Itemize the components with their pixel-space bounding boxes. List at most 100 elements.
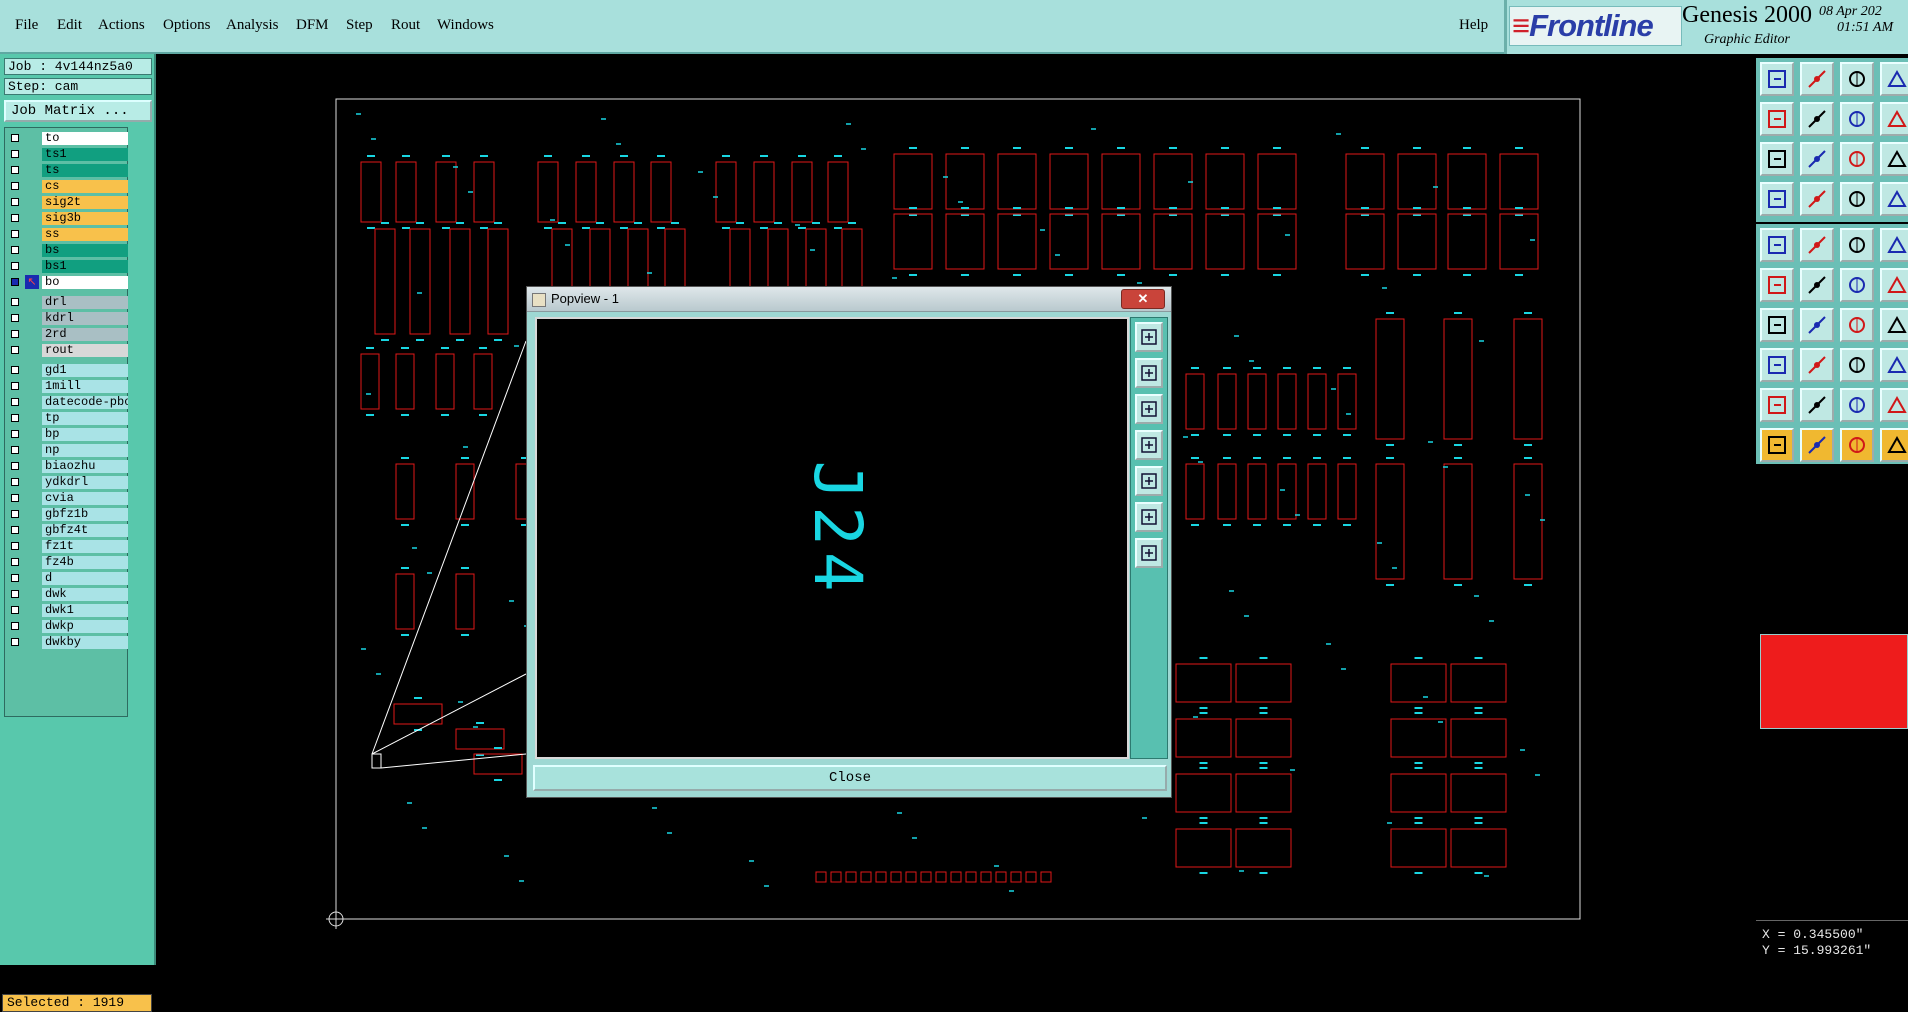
pan-left-button[interactable]	[1135, 430, 1163, 460]
layer-row-cvia[interactable]: cvia	[5, 492, 128, 506]
layer-row-d[interactable]: d	[5, 572, 128, 586]
layer-checkbox[interactable]	[11, 198, 19, 206]
node-tool-button[interactable]	[1760, 268, 1794, 302]
export-tool-button[interactable]	[1800, 62, 1834, 96]
menu-file[interactable]: File	[15, 17, 38, 34]
layer-row-biaozhu[interactable]: biaozhu	[5, 460, 128, 474]
layer-checkbox[interactable]	[11, 330, 19, 338]
fit-all-button[interactable]	[1135, 502, 1163, 532]
move-tool-button[interactable]	[1760, 348, 1794, 382]
layer-row-dwk[interactable]: dwk	[5, 588, 128, 602]
layer-row-to[interactable]: to	[5, 132, 128, 146]
close-icon[interactable]: ✕	[1121, 289, 1165, 309]
layer-checkbox[interactable]	[11, 298, 19, 306]
layer-row-datecode-pbo[interactable]: datecode-pbo	[5, 396, 128, 410]
layer-checkbox[interactable]	[11, 398, 19, 406]
triangle-red-tool-button[interactable]	[1840, 388, 1874, 422]
cross-tool-button[interactable]	[1800, 268, 1834, 302]
layer-row-bp[interactable]: bp	[5, 428, 128, 442]
line-draw-tool-button[interactable]	[1800, 228, 1834, 262]
layer-row-fz1t[interactable]: fz1t	[5, 540, 128, 554]
help-tool-button[interactable]	[1880, 142, 1908, 176]
zoom-out-button[interactable]	[1135, 394, 1163, 424]
save-tool-button[interactable]	[1800, 102, 1834, 136]
import-tool-button[interactable]	[1760, 62, 1794, 96]
layer-checkbox[interactable]	[11, 182, 19, 190]
layer-checkbox[interactable]	[11, 134, 19, 142]
route-tool-button[interactable]	[1880, 268, 1908, 302]
job-matrix-button[interactable]: Job Matrix ...	[4, 100, 152, 122]
layer-row-ydkdrl[interactable]: ydkdrl	[5, 476, 128, 490]
zoom-window-button[interactable]	[1135, 322, 1163, 352]
pad-tool-button[interactable]	[1760, 228, 1794, 262]
layer-row-cs[interactable]: cs	[5, 180, 128, 194]
layer-checkbox[interactable]	[11, 414, 19, 422]
menu-analysis[interactable]: Analysis	[226, 17, 279, 34]
layer-row-np[interactable]: np	[5, 444, 128, 458]
layer-row-dwk1[interactable]: dwk1	[5, 604, 128, 618]
lasso-tool-button[interactable]	[1840, 428, 1874, 462]
layer-checkbox[interactable]	[11, 246, 19, 254]
menu-actions[interactable]: Actions	[98, 17, 145, 34]
layer-checkbox[interactable]	[11, 638, 19, 646]
snap-select-tool-button[interactable]	[1880, 428, 1908, 462]
split-tool-button[interactable]	[1880, 102, 1908, 136]
pick-tool-button[interactable]	[1800, 428, 1834, 462]
arc-tool-button[interactable]	[1840, 308, 1874, 342]
fill-tool-button[interactable]	[1880, 308, 1908, 342]
layer-checkbox[interactable]	[11, 262, 19, 270]
group-tool-button[interactable]	[1880, 348, 1908, 382]
layer-checkbox[interactable]	[11, 366, 19, 374]
scale-tool-button[interactable]	[1840, 142, 1874, 176]
layer-checkbox[interactable]	[11, 526, 19, 534]
layer-checkbox[interactable]	[11, 230, 19, 238]
layer-row-drl[interactable]: drl	[5, 296, 128, 310]
layer-checkbox[interactable]	[11, 278, 19, 286]
layer-row-tp[interactable]: tp	[5, 412, 128, 426]
layer-checkbox[interactable]	[11, 542, 19, 550]
menu-rout[interactable]: Rout	[391, 17, 420, 34]
layer-row-ss[interactable]: ss	[5, 228, 128, 242]
layer-checkbox[interactable]	[11, 478, 19, 486]
layer-checkbox[interactable]	[11, 214, 19, 222]
layer-row-bs1[interactable]: bs1	[5, 260, 128, 274]
settings-tool-button[interactable]	[1760, 182, 1794, 216]
menu-step[interactable]: Step	[346, 17, 373, 34]
connect-tool-button[interactable]	[1840, 268, 1874, 302]
close-button[interactable]: Close	[533, 765, 1167, 791]
layers-tool-button[interactable]	[1880, 182, 1908, 216]
layer-row-bo[interactable]: ↖ bo	[5, 275, 128, 290]
layer-row-kdrl[interactable]: kdrl	[5, 312, 128, 326]
layer-row-sig2t[interactable]: sig2t	[5, 196, 128, 210]
menu-edit[interactable]: Edit	[57, 17, 82, 34]
layer-row-dwkp[interactable]: dwkp	[5, 620, 128, 634]
layer-checkbox[interactable]	[11, 166, 19, 174]
ruler-tool-button[interactable]	[1880, 388, 1908, 422]
mirror-tool-button[interactable]	[1840, 348, 1874, 382]
triangle-tool-button[interactable]	[1800, 388, 1834, 422]
layer-row-sig3b[interactable]: sig3b	[5, 212, 128, 226]
menu-dfm[interactable]: DFM	[296, 17, 329, 34]
layer-checkbox[interactable]	[11, 382, 19, 390]
circle-tool-button[interactable]	[1880, 228, 1908, 262]
open-tool-button[interactable]	[1760, 102, 1794, 136]
grid-tool-button[interactable]	[1800, 182, 1834, 216]
angle-tool-button[interactable]	[1760, 308, 1794, 342]
layer-checkbox[interactable]	[11, 314, 19, 322]
layer-row-rout[interactable]: rout	[5, 344, 128, 358]
layer-row-gd1[interactable]: gd1	[5, 364, 128, 378]
zoom-tool-button[interactable]	[1800, 142, 1834, 176]
layer-checkbox[interactable]	[11, 346, 19, 354]
menu-windows[interactable]: Windows	[437, 17, 494, 34]
zoom-fit-tool-button[interactable]	[1760, 142, 1794, 176]
layer-checkbox[interactable]	[11, 622, 19, 630]
layer-checkbox[interactable]	[11, 462, 19, 470]
layer-row-ts[interactable]: ts	[5, 164, 128, 178]
undo-tool-button[interactable]	[1840, 102, 1874, 136]
snap-tool-button[interactable]	[1840, 182, 1874, 216]
minus-tool-button[interactable]	[1800, 348, 1834, 382]
layout-tool-button[interactable]	[1880, 62, 1908, 96]
layer-row-dwkby[interactable]: dwkby	[5, 636, 128, 650]
popview-titlebar[interactable]: Popview - 1 ✕	[527, 287, 1171, 312]
zoom-fit-button[interactable]	[1135, 538, 1163, 568]
